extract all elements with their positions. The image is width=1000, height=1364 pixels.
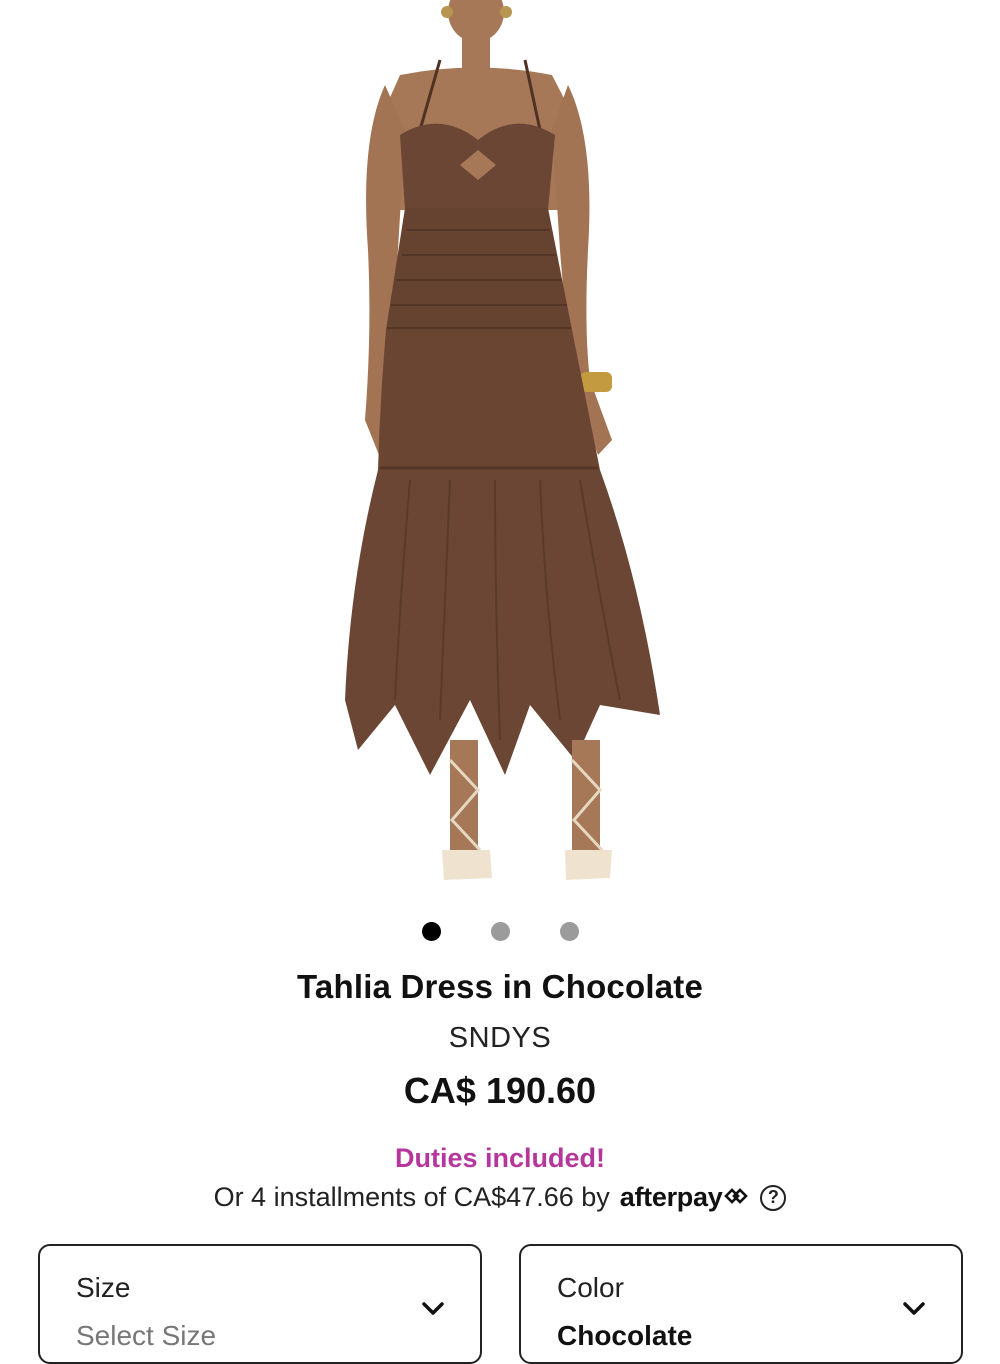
product-image[interactable] <box>0 0 1000 905</box>
installments-row: Or 4 installments of CA$47.66 by afterpa… <box>0 1182 1000 1213</box>
afterpay-label: afterpay <box>619 1182 723 1212</box>
gallery-pagination <box>0 922 1000 944</box>
afterpay-logo: afterpay <box>620 1182 751 1213</box>
installments-text: Or 4 installments of CA$47.66 by <box>213 1182 610 1212</box>
chevron-down-icon <box>903 1302 925 1315</box>
product-price: CA$ 190.60 <box>403 1070 597 1111</box>
color-label: Color <box>557 1272 624 1303</box>
size-value: Select Size <box>76 1320 217 1351</box>
color-select[interactable]: Color Chocolate <box>519 1244 963 1364</box>
dress-illustration <box>345 0 660 880</box>
duties-note: Duties included! <box>394 1143 605 1173</box>
gallery-dot-3[interactable] <box>559 922 579 941</box>
product-brand[interactable]: SNDYS <box>0 1022 1000 1055</box>
help-icon[interactable]: ? <box>760 1184 787 1211</box>
afterpay-icon <box>724 1188 749 1204</box>
product-title: Tahlia Dress in Chocolate <box>297 968 703 1005</box>
color-value: Chocolate <box>557 1320 693 1351</box>
chevron-down-icon <box>422 1302 444 1315</box>
gallery-dot-1[interactable] <box>421 922 441 941</box>
size-label: Size <box>76 1272 131 1303</box>
size-select[interactable]: Size Select Size <box>38 1244 482 1364</box>
gallery-dot-2[interactable] <box>490 922 510 941</box>
